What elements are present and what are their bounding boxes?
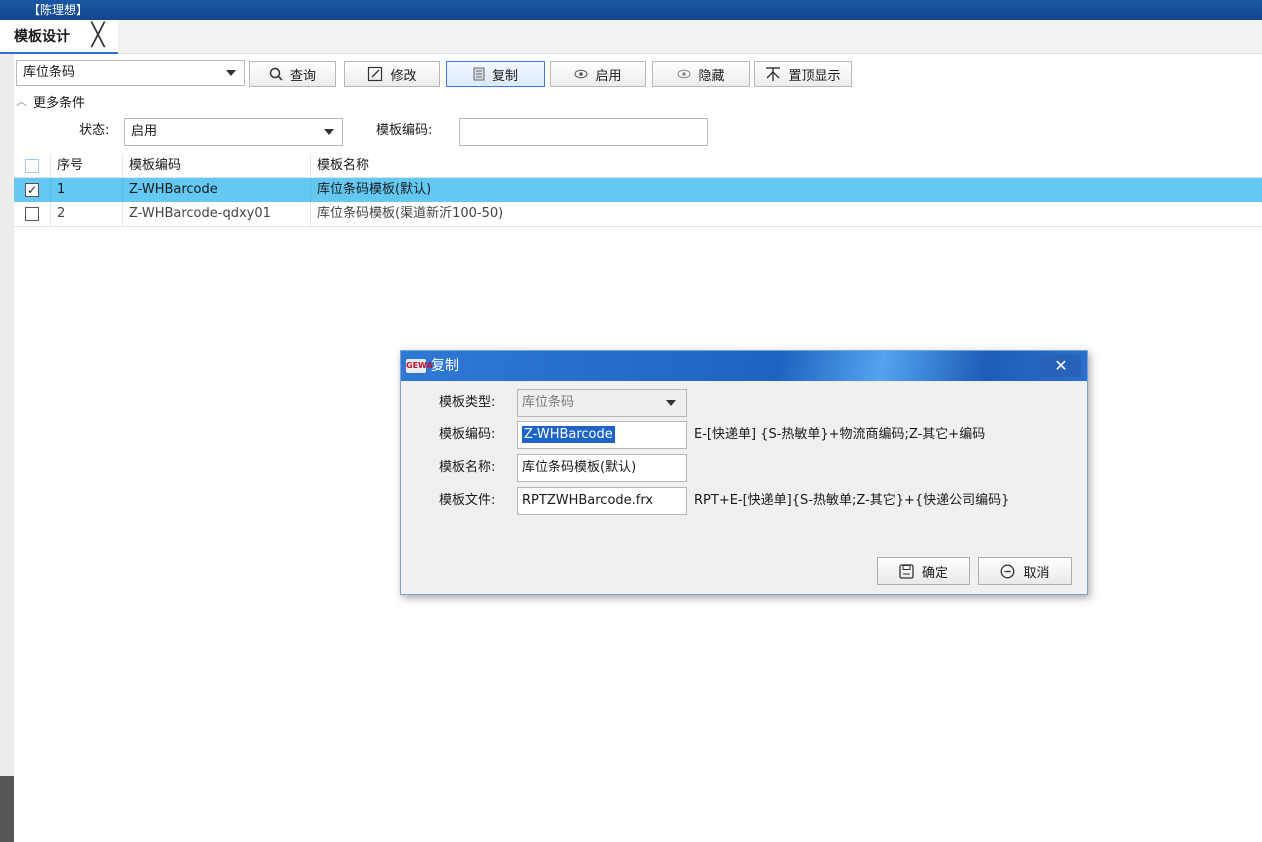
more-conditions-toggle[interactable]: ︿ 更多条件: [16, 92, 86, 111]
window-titlebar: 【陈理想】: [0, 0, 1262, 20]
header-check-cell: [14, 154, 51, 178]
query-label: 查询: [289, 68, 316, 84]
table-row[interactable]: ✓ 1 Z-WHBarcode 库位条码模板(默认): [14, 178, 1262, 202]
template-code-value: Z-WHBarcode: [522, 426, 615, 443]
document-tab-bar: 模板设计 ╳: [0, 20, 1262, 54]
row-checkbox[interactable]: ✓: [25, 183, 39, 197]
pin-top-label: 置顶显示: [788, 68, 841, 84]
copy-dialog: GEWA 复制 ✕ 模板类型: 库位条码 模板编码: Z-WHBarcode E…: [400, 350, 1088, 595]
more-conditions-label: 更多条件: [33, 95, 86, 111]
template-type-select: 库位条码: [517, 389, 687, 417]
template-code-input[interactable]: Z-WHBarcode: [517, 421, 687, 449]
dropdown-arrow-icon: [666, 400, 676, 406]
window-title: 【陈理想】: [28, 3, 89, 17]
dropdown-arrow-icon: [226, 70, 236, 76]
edit-label: 修改: [390, 68, 417, 84]
search-icon: [269, 67, 283, 81]
edit-icon: [367, 66, 383, 82]
query-button[interactable]: 查询: [249, 61, 336, 87]
copy-button[interactable]: 复制: [446, 61, 545, 87]
code-label: 模板编码:: [439, 427, 496, 442]
file-hint: RPT+E-[快递单]{S-热敏单;Z-其它}+{快递公司编码}: [694, 493, 1010, 508]
col-header-index[interactable]: 序号: [51, 154, 123, 178]
cancel-button[interactable]: 取消: [978, 557, 1072, 585]
edit-button[interactable]: 修改: [344, 61, 440, 87]
template-name-input[interactable]: 库位条码模板(默认): [517, 454, 687, 482]
code-hint: E-[快递单] {S-热敏单}+物流商编码;Z-其它+编码: [694, 427, 986, 442]
row-check-cell: ✓: [14, 178, 51, 202]
row-index: 1: [51, 178, 123, 202]
file-label: 模板文件:: [439, 493, 496, 508]
template-name-value: 库位条码模板(默认): [522, 460, 637, 475]
status-value: 启用: [131, 124, 158, 139]
dialog-title: 复制: [431, 358, 459, 374]
row-check-cell: [14, 202, 51, 226]
copy-label: 复制: [491, 68, 518, 84]
row-index: 2: [51, 202, 123, 226]
row-code: Z-WHBarcode-qdxy01: [123, 202, 311, 226]
save-icon: [899, 563, 914, 579]
pin-top-button[interactable]: 置顶显示: [754, 61, 852, 87]
pin-top-icon: [765, 66, 781, 82]
row-name: 库位条码模板(渠道新沂100-50): [317, 206, 504, 221]
chevron-up-icon: ︿: [16, 95, 27, 108]
template-type-value: 库位条码: [23, 65, 76, 80]
col-header-code[interactable]: 模板编码: [123, 154, 311, 178]
name-label: 模板名称:: [439, 460, 496, 475]
tab-template-design[interactable]: 模板设计 ╳: [0, 20, 118, 54]
left-edge-strip: [0, 54, 14, 842]
enable-button[interactable]: 启用: [550, 61, 646, 87]
cancel-icon: [1000, 564, 1015, 579]
close-icon[interactable]: ╳: [86, 24, 110, 48]
tab-label: 模板设计: [14, 29, 70, 45]
dialog-titlebar[interactable]: GEWA 复制 ✕: [401, 351, 1087, 381]
hide-label: 隐藏: [698, 68, 725, 84]
close-icon[interactable]: ✕: [1041, 355, 1081, 377]
table-row[interactable]: 2 Z-WHBarcode-qdxy01 库位条码模板(渠道新沂100-50): [14, 202, 1262, 226]
grid-bottom-line: [14, 226, 1262, 227]
code-filter-label: 模板编码:: [376, 123, 433, 138]
template-type-combo[interactable]: 库位条码: [16, 60, 245, 86]
grid-header: 序号 模板编码 模板名称: [14, 154, 1262, 178]
cancel-label: 取消: [1023, 565, 1050, 581]
row-code: Z-WHBarcode: [123, 178, 311, 202]
code-filter-input[interactable]: [459, 118, 708, 146]
copy-icon: [473, 67, 485, 81]
type-label: 模板类型:: [439, 395, 496, 410]
app-logo-icon: GEWA: [406, 359, 433, 373]
eye-icon: [574, 69, 588, 79]
ok-label: 确定: [921, 565, 948, 581]
col-header-name[interactable]: 模板名称: [311, 154, 1262, 178]
dropdown-arrow-icon: [324, 129, 334, 135]
row-name: 库位条码模板(默认): [317, 182, 432, 197]
template-file-input[interactable]: RPTZWHBarcode.frx: [517, 487, 687, 515]
status-select[interactable]: 启用: [124, 118, 343, 146]
left-edge-marker: [0, 776, 14, 842]
select-all-checkbox[interactable]: [25, 159, 39, 173]
eye-off-icon: [677, 69, 691, 79]
template-type-value: 库位条码: [522, 395, 575, 410]
enable-label: 启用: [595, 68, 622, 84]
hide-button[interactable]: 隐藏: [652, 61, 750, 87]
row-checkbox[interactable]: [25, 207, 39, 221]
status-label: 状态:: [79, 123, 110, 138]
template-file-value: RPTZWHBarcode.frx: [522, 493, 654, 508]
ok-button[interactable]: 确定: [877, 557, 970, 585]
